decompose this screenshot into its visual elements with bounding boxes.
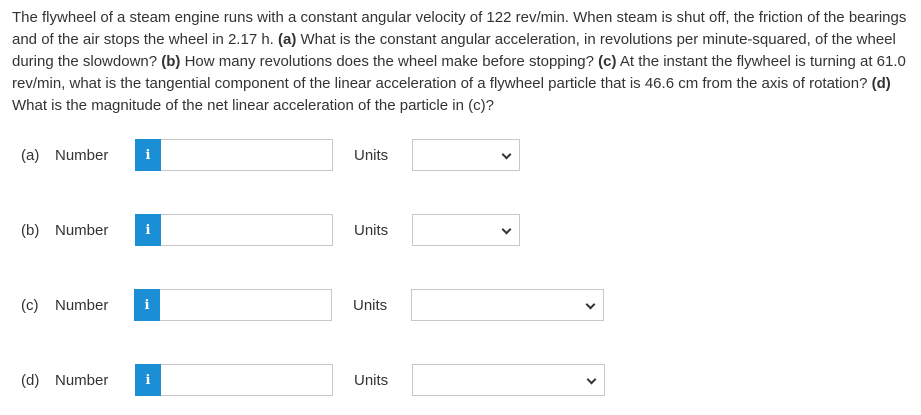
info-button[interactable]: i (135, 364, 161, 396)
number-input-c[interactable] (160, 289, 332, 321)
info-icon: i (145, 147, 151, 163)
number-input-a[interactable] (161, 139, 333, 171)
info-button[interactable]: i (135, 139, 161, 171)
units-label: Units (354, 147, 389, 164)
units-select-d[interactable] (412, 364, 605, 396)
units-select-c[interactable] (411, 289, 604, 321)
info-icon: i (144, 297, 150, 313)
units-label: Units (354, 222, 389, 239)
answer-row-b: (b) Number i Units (0, 214, 921, 248)
part-label: (d) Number (21, 372, 108, 389)
part-c-tag: (c) (598, 53, 617, 70)
part-b-tag: (b) (161, 53, 181, 70)
chevron-down-icon (501, 224, 512, 235)
part-letter: (c) (21, 297, 39, 314)
units-select-a[interactable] (412, 139, 520, 171)
units-label: Units (353, 297, 388, 314)
question-text: The flywheel of a steam engine runs with… (12, 7, 912, 117)
number-label: Number (55, 147, 109, 164)
part-letter: (d) (21, 372, 40, 389)
info-icon: i (145, 222, 151, 238)
part-d-question: What is the magnitude of the net linear … (12, 97, 494, 114)
part-label: (b) Number (21, 222, 108, 239)
part-a-tag: (a) (278, 31, 297, 48)
part-letter: (a) (21, 147, 40, 164)
part-letter: (b) (21, 222, 40, 239)
units-label: Units (354, 372, 389, 389)
chevron-down-icon (585, 299, 596, 310)
info-button[interactable]: i (134, 289, 160, 321)
number-label: Number (55, 297, 109, 314)
chevron-down-icon (501, 149, 512, 160)
answer-row-d: (d) Number i Units (0, 364, 921, 398)
answer-row-a: (a) Number i Units (0, 139, 921, 173)
answer-row-c: (c) Number i Units (0, 289, 921, 323)
number-input-b[interactable] (161, 214, 333, 246)
part-label: (a) Number (21, 147, 108, 164)
chevron-down-icon (586, 374, 597, 385)
number-label: Number (55, 222, 109, 239)
part-label: (c) Number (21, 297, 108, 314)
info-button[interactable]: i (135, 214, 161, 246)
info-icon: i (145, 372, 151, 388)
units-select-b[interactable] (412, 214, 520, 246)
number-input-d[interactable] (161, 364, 333, 396)
part-b-question: How many revolutions does the wheel make… (180, 53, 599, 70)
part-d-tag: (d) (871, 75, 891, 92)
number-label: Number (55, 372, 109, 389)
